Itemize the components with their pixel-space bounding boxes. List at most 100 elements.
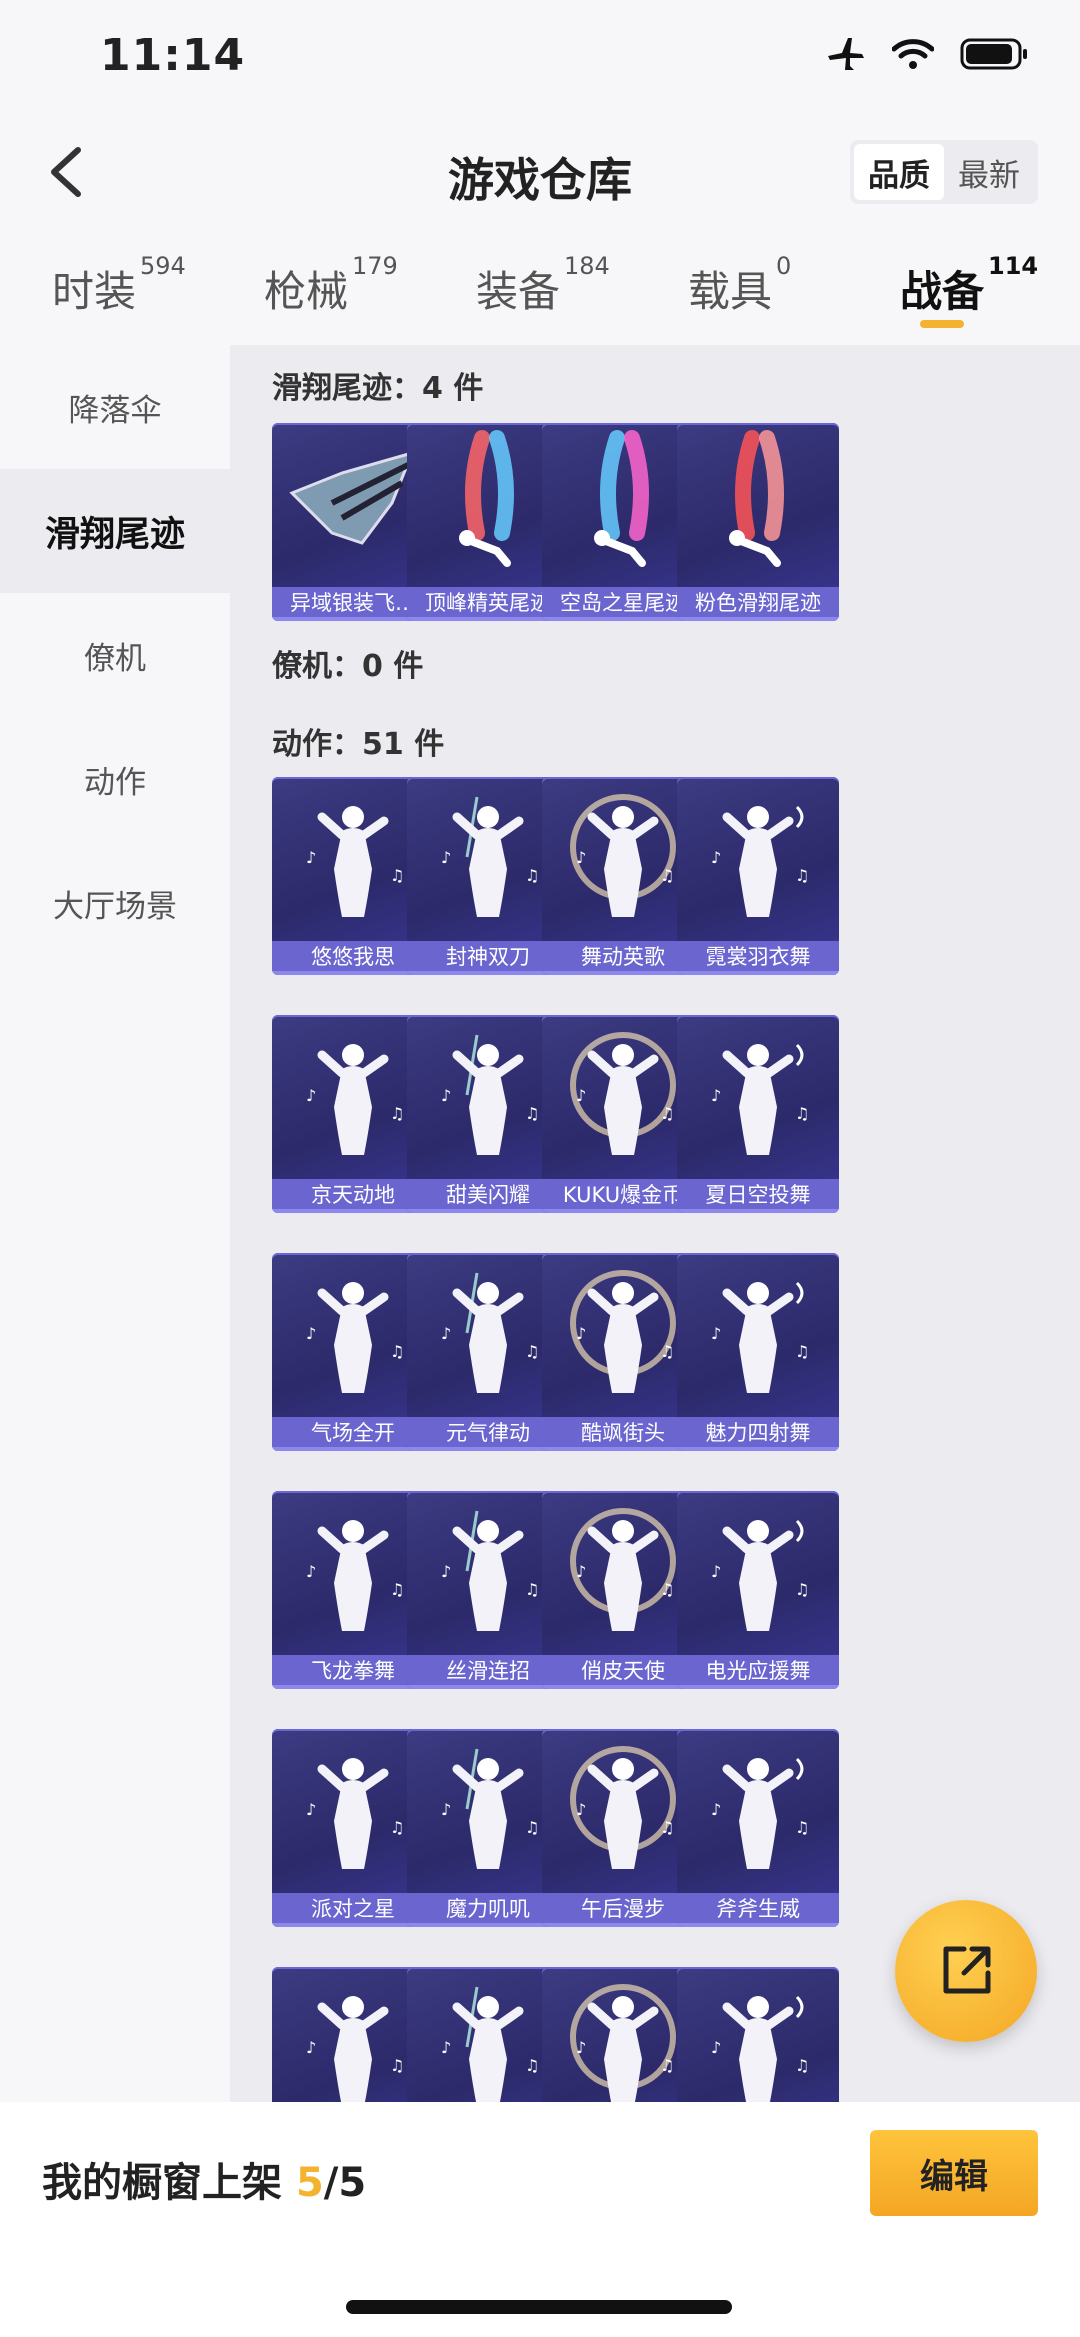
emote-card[interactable]: ♪ ♫ 夏日空投舞 — [677, 1015, 839, 1213]
svg-text:♪: ♪ — [576, 1324, 586, 1343]
card-label: 元气律动 — [446, 1421, 530, 1445]
sidebar-item-parachute[interactable]: 降落伞 — [0, 345, 230, 469]
svg-text:♫: ♫ — [525, 1104, 539, 1123]
svg-text:♫: ♫ — [795, 1342, 809, 1361]
showcase-count: 我的橱窗上架 5/5 — [42, 2160, 367, 2206]
emote-card[interactable]: ♪ ♫ 魅力四射舞 — [677, 1253, 839, 1451]
card-label: 斧斧生威 — [716, 1897, 800, 1921]
svg-text:♫: ♫ — [660, 1580, 674, 1599]
section-title-wingman: 僚机：0 件 — [272, 649, 424, 684]
svg-text:♫: ♫ — [660, 1104, 674, 1123]
card-label-bar: 斧斧生威 — [677, 1893, 839, 1927]
svg-text:♫: ♫ — [390, 1104, 404, 1123]
svg-text:♪: ♪ — [441, 1086, 451, 1105]
svg-text:♫: ♫ — [795, 1818, 809, 1837]
glide-trail-card[interactable]: 粉色滑翔尾迹 — [677, 423, 839, 621]
card-label: KUKU爆金币 — [562, 1183, 684, 1207]
active-tab-indicator — [920, 320, 964, 328]
emote-card[interactable]: ♪ ♫ — [677, 1967, 839, 2105]
status-bar: 11:14 — [0, 0, 1080, 110]
svg-text:♪: ♪ — [711, 1562, 721, 1581]
sort-option-newest[interactable]: 最新 — [944, 144, 1034, 200]
svg-text:♪: ♪ — [711, 1086, 721, 1105]
tab-battle-gear[interactable]: 战备114 — [900, 252, 1038, 319]
home-indicator[interactable] — [346, 2300, 732, 2314]
card-label-bar: 霓裳羽衣舞 — [677, 941, 839, 975]
card-label: 丝滑连招 — [446, 1659, 530, 1683]
svg-text:♪: ♪ — [306, 848, 316, 867]
svg-text:♫: ♫ — [525, 2056, 539, 2075]
card-label: 夏日空投舞 — [705, 1183, 811, 1207]
svg-text:♪: ♪ — [441, 1800, 451, 1819]
svg-text:♪: ♪ — [711, 1800, 721, 1819]
section-title-glide: 滑翔尾迹：4 件 — [272, 371, 484, 406]
tab-vehicles[interactable]: 载具0 — [688, 252, 791, 319]
share-icon — [943, 1946, 991, 1994]
emote-card[interactable]: ♪ ♫ 斧斧生威 — [677, 1729, 839, 1927]
svg-text:♫: ♫ — [660, 866, 674, 885]
svg-text:♫: ♫ — [390, 1818, 404, 1837]
svg-text:♪: ♪ — [576, 1800, 586, 1819]
category-tabs: 时装594 枪械179 装备184 载具0 战备114 — [0, 240, 1080, 340]
svg-text:♪: ♪ — [441, 1562, 451, 1581]
card-label: 电光应援舞 — [705, 1659, 811, 1683]
card-label: 霓裳羽衣舞 — [705, 945, 811, 969]
card-label: 空岛之星尾迹 — [560, 591, 686, 615]
tab-fashion[interactable]: 时装594 — [52, 252, 186, 319]
svg-text:♫: ♫ — [390, 1342, 404, 1361]
svg-text:♫: ♫ — [795, 1580, 809, 1599]
section-title-emote: 动作：51 件 — [272, 727, 445, 762]
battery-icon — [960, 38, 1027, 70]
svg-text:♪: ♪ — [576, 1086, 586, 1105]
sidebar: 降落伞 滑翔尾迹 僚机 动作 大厅场景 — [0, 345, 230, 2105]
status-time: 11:14 — [100, 30, 246, 81]
sidebar-item-emote[interactable]: 动作 — [0, 717, 230, 841]
tab-guns[interactable]: 枪械179 — [264, 252, 398, 319]
svg-text:♫: ♫ — [525, 1580, 539, 1599]
emote-card[interactable]: ♪ ♫ 霓裳羽衣舞 — [677, 777, 839, 975]
card-label: 粉色滑翔尾迹 — [695, 591, 821, 615]
sidebar-item-lobby-scene[interactable]: 大厅场景 — [0, 841, 230, 965]
svg-text:♪: ♪ — [711, 1324, 721, 1343]
svg-text:♪: ♪ — [576, 848, 586, 867]
svg-text:♫: ♫ — [660, 2056, 674, 2075]
card-label: 甜美闪耀 — [446, 1183, 530, 1207]
svg-text:♫: ♫ — [525, 1818, 539, 1837]
airplane-icon — [828, 38, 864, 70]
card-label-bar: 夏日空投舞 — [677, 1179, 839, 1213]
svg-text:♪: ♪ — [306, 1562, 316, 1581]
svg-text:♫: ♫ — [660, 1818, 674, 1837]
warehouse-screen: 11:14 游戏仓库 品质 最新 时装594 枪械179 装备184 载具0 战… — [0, 0, 1080, 2337]
nav-bar: 游戏仓库 品质 最新 — [0, 120, 1080, 230]
sidebar-item-wingman[interactable]: 僚机 — [0, 593, 230, 717]
card-label-bar: 电光应援舞 — [677, 1655, 839, 1689]
tab-equipment[interactable]: 装备184 — [476, 252, 610, 319]
svg-text:♫: ♫ — [795, 2056, 809, 2075]
card-label: 悠悠我思 — [311, 945, 395, 969]
share-button[interactable] — [895, 1900, 1037, 2042]
wifi-icon — [892, 39, 934, 69]
item-content: 滑翔尾迹：4 件 异域银装飞… 顶峰精英尾迹 空岛之星尾迹 粉色滑翔尾迹 僚机：0 件… — [230, 345, 1080, 2105]
edit-button[interactable]: 编辑 — [870, 2130, 1038, 2216]
svg-text:♪: ♪ — [711, 2038, 721, 2057]
svg-text:♪: ♪ — [306, 1324, 316, 1343]
svg-text:♫: ♫ — [525, 1342, 539, 1361]
card-label-bar: 魅力四射舞 — [677, 1417, 839, 1451]
svg-text:♪: ♪ — [441, 2038, 451, 2057]
svg-text:♪: ♪ — [711, 848, 721, 867]
card-label: 午后漫步 — [581, 1897, 665, 1921]
sidebar-item-glide-trail[interactable]: 滑翔尾迹 — [0, 469, 230, 593]
card-label: 气场全开 — [311, 1421, 395, 1445]
emote-card[interactable]: ♪ ♫ 电光应援舞 — [677, 1491, 839, 1689]
sort-option-quality[interactable]: 品质 — [854, 144, 944, 200]
svg-text:♫: ♫ — [525, 866, 539, 885]
card-label: 俏皮天使 — [581, 1659, 665, 1683]
card-label: 舞动英歌 — [581, 945, 665, 969]
sort-toggle: 品质 最新 — [850, 140, 1038, 204]
svg-text:♪: ♪ — [306, 1800, 316, 1819]
card-label: 封神双刀 — [446, 945, 530, 969]
card-label: 京天动地 — [311, 1183, 395, 1207]
card-label-bar: 粉色滑翔尾迹 — [677, 587, 839, 621]
svg-text:♪: ♪ — [576, 1562, 586, 1581]
card-label: 异域银装飞… — [290, 591, 416, 615]
